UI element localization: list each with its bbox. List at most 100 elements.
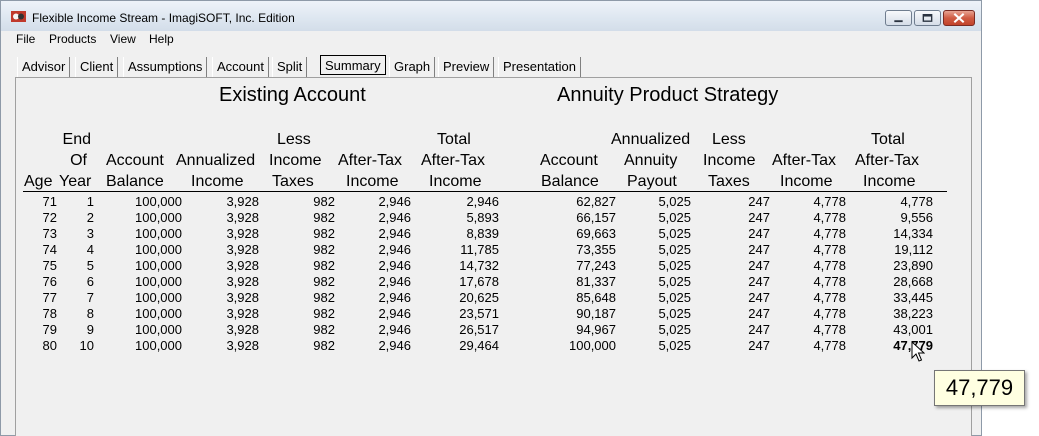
cell-account-balance: 100,000 (135, 322, 182, 337)
header-age: Age (24, 173, 53, 190)
maximize-button[interactable] (914, 10, 941, 26)
cell-total-after-tax-income: 26,517 (459, 322, 499, 337)
cell-after-tax-income: 2,946 (378, 258, 411, 273)
cell-after-tax-income: 2,946 (378, 226, 411, 241)
cell-annualized-income: 3,928 (226, 338, 259, 353)
cell-annualized-income: 3,928 (226, 258, 259, 273)
header-annuity-less-income: Income (703, 152, 756, 169)
header-payout: Payout (627, 173, 677, 190)
cell-annuity-account-balance: 94,967 (576, 322, 616, 337)
cell-annuity-payout: 5,025 (658, 306, 691, 321)
tab-advisor[interactable]: Advisor (17, 57, 71, 77)
cell-less-income-taxes: 982 (313, 226, 335, 241)
cell-account-balance: 100,000 (135, 306, 182, 321)
tab-client[interactable]: Client (75, 57, 119, 77)
header-account: Account (106, 152, 164, 169)
title-bar: Flexible Income Stream - ImagiSOFT, Inc.… (1, 1, 981, 31)
cell-total-after-tax-income: 8,839 (466, 226, 499, 241)
cell-year: 2 (86, 210, 94, 225)
cell-year: 8 (86, 306, 94, 321)
tab-split[interactable]: Split (272, 57, 308, 77)
minimize-button[interactable] (885, 10, 912, 26)
cell-annuity-payout: 5,025 (658, 210, 691, 225)
cell-annuity-total-after-tax-income: 33,445 (893, 290, 933, 305)
tab-preview[interactable]: Preview (438, 57, 495, 77)
cell-after-tax-income: 2,946 (378, 210, 411, 225)
header-annuity-less: Less (712, 131, 746, 148)
cell-annuity-total-after-tax-income: 23,890 (893, 258, 933, 273)
header-balance: Balance (106, 173, 164, 190)
menu-products[interactable]: Products (49, 32, 96, 46)
cell-annuity-account-balance: 62,827 (576, 194, 616, 209)
cell-after-tax-income: 2,946 (378, 274, 411, 289)
cell-year: 5 (86, 258, 94, 273)
cell-less-income-taxes: 982 (313, 242, 335, 257)
close-button[interactable] (943, 10, 975, 26)
menu-help[interactable]: Help (149, 32, 174, 46)
cell-annuity-after-tax-income: 4,778 (813, 258, 846, 273)
cell-total-after-tax-income: 2,946 (466, 194, 499, 209)
cell-annuity-taxes: 247 (748, 194, 770, 209)
window-title: Flexible Income Stream - ImagiSOFT, Inc.… (32, 11, 295, 25)
cell-after-tax-income: 2,946 (378, 242, 411, 257)
cell-annualized-income: 3,928 (226, 242, 259, 257)
close-icon (953, 13, 965, 24)
header-annuity-after-tax-income: Income (780, 173, 833, 190)
cell-less-income-taxes: 982 (313, 194, 335, 209)
header-annuity-annualized: Annualized (611, 131, 691, 148)
cell-year: 10 (79, 338, 94, 353)
header-annualized: Annualized (176, 152, 256, 169)
cell-total-after-tax-income: 29,464 (459, 338, 499, 353)
cell-annualized-income: 3,928 (226, 290, 259, 305)
header-total: Total (437, 131, 471, 148)
cell-year: 1 (86, 194, 94, 209)
cell-year: 9 (86, 322, 94, 337)
cell-annuity-after-tax-income: 4,778 (813, 226, 846, 241)
cell-annuity-after-tax-income: 4,778 (813, 210, 846, 225)
header-annuity-total: Total (871, 131, 905, 148)
cell-after-tax-income: 2,946 (378, 338, 411, 353)
cell-annualized-income: 3,928 (226, 306, 259, 321)
cell-annuity-account-balance: 66,157 (576, 210, 616, 225)
cell-annuity-total-after-tax-income: 14,334 (893, 226, 933, 241)
app-icon (11, 11, 26, 22)
cell-less-income-taxes: 982 (313, 290, 335, 305)
header-after-tax-income: Income (346, 173, 399, 190)
tab-account[interactable]: Account (212, 57, 269, 77)
cell-annuity-total-after-tax-income: 38,223 (893, 306, 933, 321)
cell-less-income-taxes: 982 (313, 210, 335, 225)
cell-annuity-account-balance: 100,000 (569, 338, 616, 353)
cell-less-income-taxes: 982 (313, 322, 335, 337)
header-total-income: Income (429, 173, 482, 190)
tab-assumptions[interactable]: Assumptions (123, 57, 208, 77)
header-of: Of (70, 152, 87, 169)
cell-year: 4 (86, 242, 94, 257)
cell-less-income-taxes: 982 (313, 338, 335, 353)
cell-annuity-payout: 5,025 (658, 322, 691, 337)
cell-account-balance: 100,000 (135, 338, 182, 353)
cell-after-tax-income: 2,946 (378, 290, 411, 305)
tab-summary[interactable]: Summary (320, 55, 386, 75)
header-annuity-total-income: Income (863, 173, 916, 190)
cell-account-balance: 100,000 (135, 258, 182, 273)
cell-annuity-after-tax-income: 4,778 (813, 274, 846, 289)
cell-total-after-tax-income: 11,785 (460, 242, 499, 257)
cell-annuity-after-tax-income: 4,778 (813, 290, 846, 305)
menu-view[interactable]: View (110, 32, 136, 46)
cell-annuity-total-after-tax-income: 28,668 (893, 274, 933, 289)
cell-annuity-payout: 5,025 (658, 274, 691, 289)
cell-annuity-payout: 5,025 (658, 258, 691, 273)
menu-bar: File Products View Help (2, 31, 980, 49)
cell-annuity-taxes: 247 (748, 226, 770, 241)
cell-less-income-taxes: 982 (313, 258, 335, 273)
header-after-tax: After-Tax (338, 152, 403, 169)
header-end: End (62, 131, 91, 148)
tab-graph[interactable]: Graph (389, 57, 436, 77)
header-annuity-total-after-tax: After-Tax (855, 152, 920, 169)
tab-presentation[interactable]: Presentation (498, 57, 581, 77)
cell-less-income-taxes: 982 (313, 274, 335, 289)
menu-file[interactable]: File (16, 32, 35, 46)
cell-after-tax-income: 2,946 (378, 194, 411, 209)
cell-annuity-account-balance: 81,337 (576, 274, 616, 289)
cell-annuity-account-balance: 85,648 (576, 290, 616, 305)
